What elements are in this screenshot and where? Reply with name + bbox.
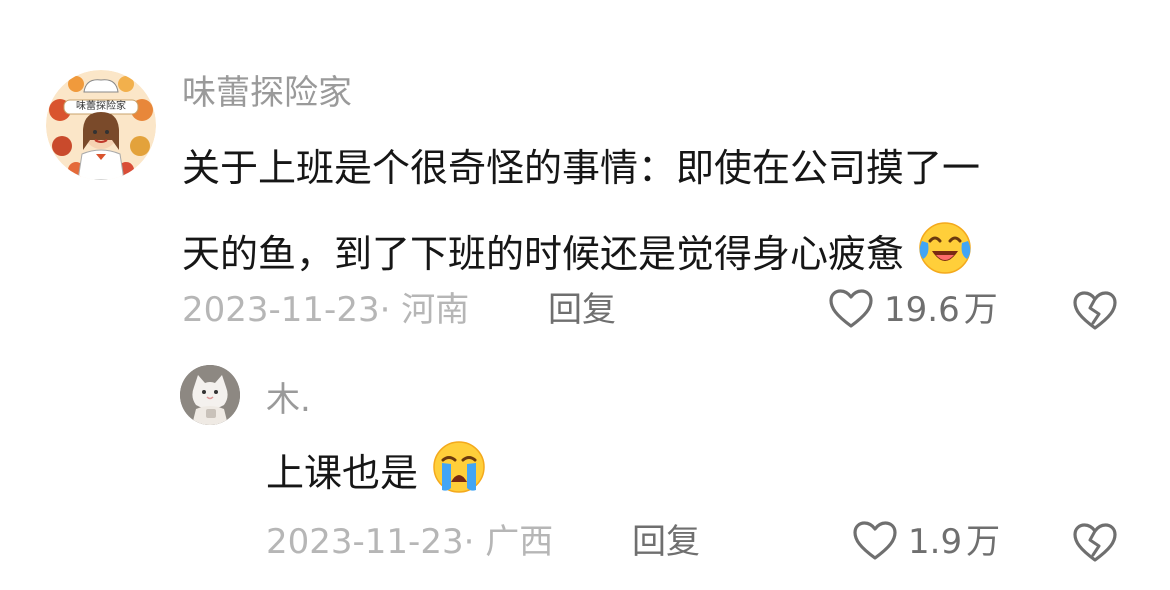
comment-text-line-2: 天的鱼，到了下班的时候还是觉得身心疲惫 [182,219,1142,280]
reply-comment-item: 木. 上课也是 2023-11-23· 广西 回复 1.9 万 [0,350,1170,590]
comment-location: · 广西 [463,522,554,562]
avatar-text: 味蕾探险家 [76,101,126,112]
comment-date: 2023-11-23 [266,522,464,562]
comment-text: 天的鱼，到了下班的时候还是觉得身心疲惫 [182,232,905,276]
crying-laughing-face-icon [919,222,971,274]
comment-item: 味蕾探险家 味蕾探险家 关于上班是个很奇怪的事情：即使在公司摸了一 天的鱼，到了… [0,0,1170,350]
like-count-unit: 万 [966,522,1001,562]
like-count-unit: 万 [963,290,998,330]
like-count: 1.9 万 [908,522,1000,562]
reply-button[interactable]: 回复 [548,290,616,330]
reply-button[interactable]: 回复 [632,522,700,562]
username[interactable]: 味蕾探险家 [182,73,352,113]
comment-date: 2023-11-23 [182,290,380,330]
username[interactable]: 木. [266,380,311,420]
comment-text: 上课也是 [266,451,419,495]
avatar[interactable] [180,365,240,425]
comment-content: 上课也是 [266,438,488,499]
comment-text-line-1: 关于上班是个很奇怪的事情：即使在公司摸了一 [182,146,981,190]
loudly-crying-face-icon [433,441,485,493]
avatar[interactable]: 味蕾探险家 [46,70,156,180]
like-count-number: 1.9 [908,522,963,562]
comment-meta: 2023-11-23· 广西 [266,522,553,562]
avatar-image [180,365,240,425]
comment-content: 关于上班是个很奇怪的事情：即使在公司摸了一 天的鱼，到了下班的时候还是觉得身心疲… [182,142,1142,280]
dislike-broken-heart-icon[interactable] [1072,522,1118,564]
comment-location: · 河南 [379,290,470,330]
like-count-number: 19.6 [884,290,960,330]
like-count: 19.6 万 [884,290,998,330]
avatar-image [46,70,156,180]
dislike-broken-heart-icon[interactable] [1072,290,1118,332]
heart-icon[interactable] [828,288,874,330]
heart-icon[interactable] [852,520,898,562]
comment-meta: 2023-11-23· 河南 [182,290,469,330]
